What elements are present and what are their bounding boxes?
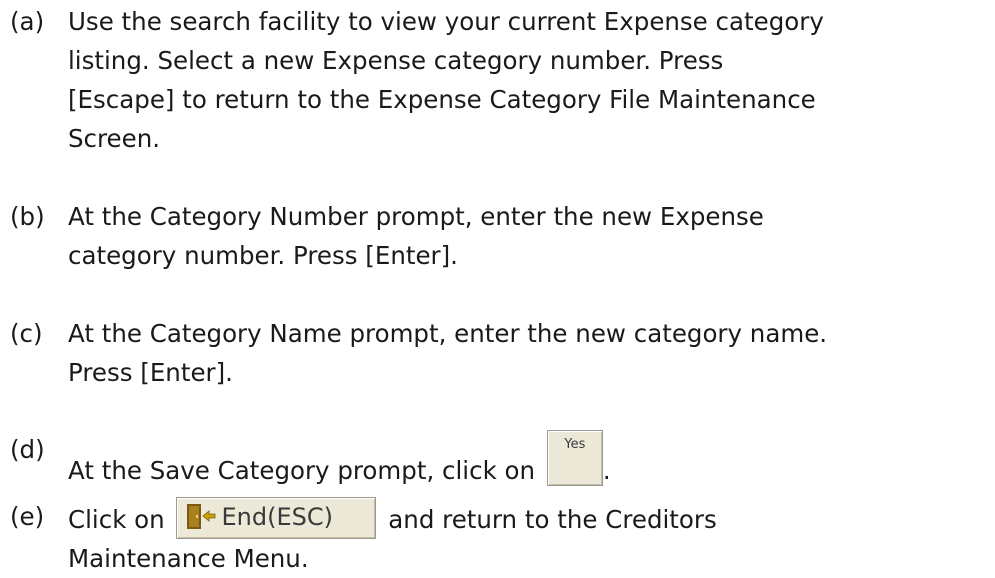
step-b-line-1: At the Category Number prompt, enter the… [68, 202, 764, 231]
step-e-marker: (e) [10, 502, 45, 531]
yes-button[interactable]: Yes [546, 430, 603, 486]
step-d-text-before: At the Save Category prompt, click on [68, 456, 543, 485]
step-a-marker: (a) [10, 7, 45, 36]
instruction-page: (a) Use the search facility to view your… [0, 0, 995, 573]
step-a-line-1: Use the search facility to view your cur… [68, 7, 824, 36]
step-a-line-3: [Escape] to return to the Expense Catego… [68, 85, 816, 114]
step-c-line-2: Press [Enter]. [68, 358, 233, 387]
step-a-line-4: Screen. [68, 124, 161, 153]
step-b-text: At the Category Number prompt, enter the… [68, 197, 985, 275]
step-c-line-1: At the Category Name prompt, enter the n… [68, 319, 828, 348]
exit-door-icon [187, 504, 216, 529]
step-d-marker: (d) [10, 435, 45, 464]
step-c: (c) At the Category Name prompt, enter t… [10, 314, 985, 392]
step-d-text-after: . [602, 456, 611, 485]
step-a: (a) Use the search facility to view your… [10, 2, 985, 158]
step-b-line-2: category number. Press [Enter]. [68, 241, 458, 270]
step-a-line-2: listing. Select a new Expense category n… [68, 46, 724, 75]
step-d: (d) At the Save Category prompt, click o… [10, 430, 985, 490]
step-e: (e) Click on End(ESC) and return to the … [10, 497, 985, 578]
step-c-text: At the Category Name prompt, enter the n… [68, 314, 985, 392]
step-a-text: Use the search facility to view your cur… [68, 2, 985, 158]
step-b: (b) At the Category Number prompt, enter… [10, 197, 985, 275]
end-esc-button-label: End(ESC) [221, 503, 333, 531]
step-e-text-after: and return to the Creditors [380, 505, 717, 534]
step-b-marker: (b) [10, 202, 45, 231]
step-e-line-2: Maintenance Menu. [68, 544, 309, 573]
step-e-text: Click on End(ESC) and return to the Cred… [68, 497, 985, 578]
step-e-text-before: Click on [68, 505, 173, 534]
step-c-marker: (c) [10, 319, 43, 348]
yes-button-label: Yes [564, 437, 586, 452]
step-d-text: At the Save Category prompt, click on Ye… [68, 430, 985, 490]
end-esc-button[interactable]: End(ESC) [176, 497, 377, 539]
step-e-line-1: Click on End(ESC) and return to the Cred… [68, 497, 985, 539]
